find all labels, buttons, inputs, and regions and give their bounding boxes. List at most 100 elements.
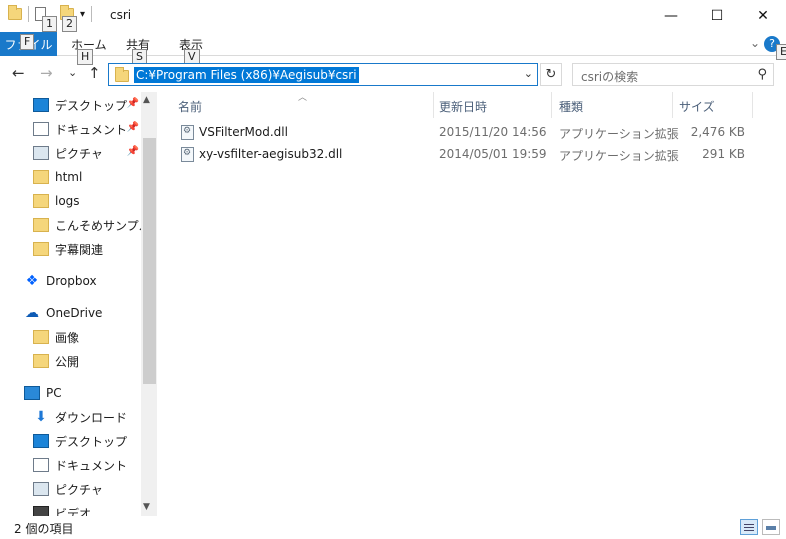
downloads-icon: ⬇ [35, 409, 47, 425]
dll-file-icon [181, 147, 194, 162]
sidebar-item-label: html [55, 170, 83, 184]
divider [91, 6, 93, 22]
column-divider[interactable] [551, 92, 552, 118]
sidebar-item-label: ドキュメント [55, 122, 128, 137]
sidebar-item-html[interactable]: html [33, 165, 82, 189]
sidebar-item-label: OneDrive [46, 306, 103, 320]
sidebar-item-label: 画像 [55, 330, 80, 345]
pin-icon[interactable]: 📌 [127, 122, 139, 133]
desktop-icon [33, 434, 49, 448]
forward-button[interactable]: → [40, 64, 53, 82]
sidebar-item-public[interactable]: 公開 [33, 349, 79, 373]
keytip-1: 1 [42, 16, 57, 32]
address-text[interactable]: C:¥Program Files (x86)¥Aegisub¥csri [134, 67, 359, 83]
sidebar-item-pictures[interactable]: ピクチャ 📌 [33, 141, 139, 165]
pin-icon[interactable]: 📌 [127, 98, 139, 109]
large-icons-view-button[interactable] [762, 519, 780, 535]
search-icon[interactable]: ⚲ [757, 67, 767, 82]
pictures-icon [33, 146, 49, 160]
column-divider[interactable] [752, 92, 753, 118]
column-header-date[interactable]: 更新日時 [439, 98, 487, 115]
onedrive-icon: ☁ [25, 305, 39, 321]
sidebar-item-label: こんそめサンプル [55, 218, 151, 233]
sidebar-item-downloads[interactable]: ⬇ ダウンロード [33, 405, 127, 429]
ribbon-tabs: ファイル ホーム 共有 表示 ⌄ ? [0, 32, 786, 56]
address-bar[interactable]: C:¥Program Files (x86)¥Aegisub¥csri ⌄ [108, 63, 538, 86]
navigation-pane: デスクトップ 📌 ドキュメント 📌 ピクチャ 📌 html logs こんそめサ… [0, 92, 157, 516]
sidebar-item-desktop[interactable]: デスクトップ 📌 [33, 93, 139, 117]
scroll-up-icon[interactable]: ▲ [143, 95, 150, 105]
sidebar-item-pc[interactable]: PC [24, 381, 62, 405]
folder-icon [8, 5, 22, 20]
column-divider[interactable] [433, 92, 434, 118]
up-button[interactable]: ↑ [88, 64, 101, 82]
sidebar-item-subtitles[interactable]: 字幕関連 [33, 237, 103, 261]
sidebar-item-label: デスクトップ [55, 434, 128, 449]
sidebar-item-onedrive[interactable]: ☁ OneDrive [24, 301, 102, 325]
sidebar-item-label: 公開 [55, 354, 80, 369]
table-row[interactable]: xy-vsfilter-aegisub32.dll 2014/05/01 19:… [170, 144, 770, 166]
sidebar-item-desktop-pc[interactable]: デスクトップ [33, 429, 127, 453]
refresh-button[interactable]: ↻ [540, 63, 562, 86]
sidebar-item-label: ビデオ [55, 506, 92, 517]
sidebar-item-label: ドキュメント [55, 458, 128, 473]
sidebar-item-label: 字幕関連 [55, 242, 104, 257]
file-type: アプリケーション拡張 [559, 127, 679, 141]
folder-icon [33, 242, 49, 256]
divider [28, 6, 29, 22]
minimize-button[interactable]: — [648, 0, 694, 32]
sidebar-item-logs[interactable]: logs [33, 189, 80, 213]
recent-locations-button[interactable]: ⌄ [68, 66, 77, 79]
qat-dropdown-icon[interactable]: ▾ [80, 9, 85, 20]
sidebar-item-dropbox[interactable]: ❖ Dropbox [24, 269, 97, 293]
chevron-down-icon[interactable]: ⌄ [524, 67, 533, 80]
sidebar-item-label: ピクチャ [55, 482, 103, 497]
maximize-button[interactable]: ☐ [694, 0, 740, 32]
folder-icon [33, 170, 49, 184]
sidebar-scrollbar-thumb[interactable] [143, 138, 156, 384]
videos-icon [33, 506, 49, 516]
dll-file-icon [181, 125, 194, 140]
column-header-size[interactable]: サイズ [679, 98, 715, 115]
pin-icon[interactable]: 📌 [127, 146, 139, 157]
back-button[interactable]: ← [12, 64, 25, 82]
file-date: 2015/11/20 14:56 [439, 125, 547, 139]
folder-icon [33, 354, 49, 368]
desktop-icon [33, 98, 49, 112]
folder-icon [33, 330, 49, 344]
sidebar-item-images[interactable]: 画像 [33, 325, 79, 349]
file-name: xy-vsfilter-aegisub32.dll [199, 147, 343, 161]
table-row[interactable]: VSFilterMod.dll 2015/11/20 14:56 アプリケーショ… [170, 122, 770, 144]
folder-icon [115, 67, 129, 82]
sidebar-item-documents[interactable]: ドキュメント 📌 [33, 117, 139, 141]
file-type: アプリケーション拡張 [559, 149, 679, 163]
file-date: 2014/05/01 19:59 [439, 147, 547, 161]
close-button[interactable]: ✕ [740, 0, 786, 32]
status-bar: 2 個の項目 [0, 516, 786, 539]
details-view-button[interactable] [740, 519, 758, 535]
keytip-2: 2 [62, 16, 77, 32]
search-input[interactable]: csriの検索 ⚲ [572, 63, 774, 86]
sidebar-item-label: logs [55, 194, 80, 208]
pictures-icon [33, 482, 49, 496]
ribbon-expand-icon[interactable]: ⌄ [750, 36, 760, 50]
pc-icon [24, 386, 40, 400]
sidebar-item-videos-pc[interactable]: ビデオ [33, 501, 91, 516]
dropbox-icon: ❖ [25, 273, 39, 289]
sidebar-item-consomme-sample[interactable]: こんそめサンプル [33, 213, 151, 237]
sidebar-item-pictures-pc[interactable]: ピクチャ [33, 477, 103, 501]
sidebar-item-label: Dropbox [46, 274, 97, 288]
folder-icon [33, 218, 49, 232]
search-placeholder: csriの検索 [581, 70, 639, 84]
documents-icon [33, 458, 49, 472]
sidebar-item-label: PC [46, 386, 62, 400]
file-size: 2,476 KB [690, 125, 745, 139]
column-divider[interactable] [672, 92, 673, 118]
sidebar-item-documents-pc[interactable]: ドキュメント [33, 453, 127, 477]
scroll-down-icon[interactable]: ▼ [143, 502, 150, 512]
column-header-row: ︿ 名前 更新日時 種類 サイズ [170, 92, 770, 118]
column-header-name[interactable]: 名前 [178, 98, 202, 115]
column-header-type[interactable]: 種類 [559, 98, 583, 115]
item-count: 2 個の項目 [14, 522, 74, 536]
sort-ascending-icon: ︿ [298, 93, 308, 103]
